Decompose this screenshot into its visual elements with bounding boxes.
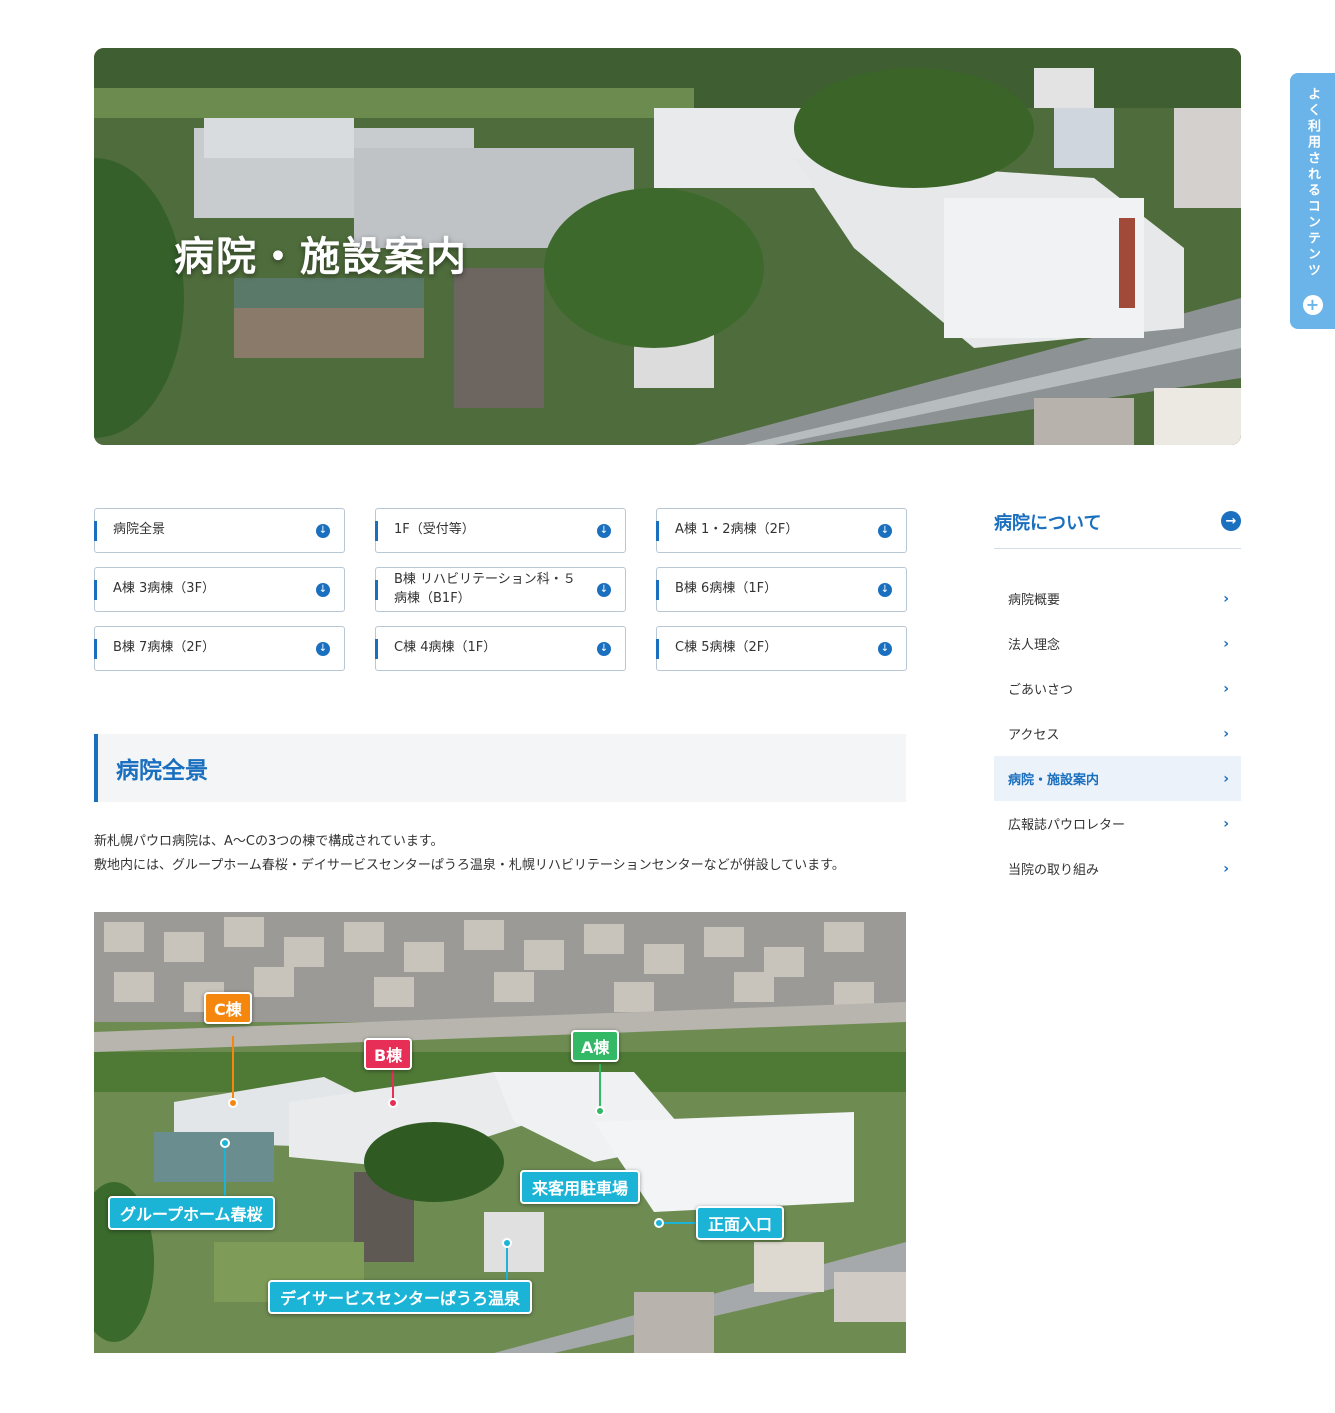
chevron-right-icon: ›: [1223, 635, 1229, 652]
anchor-link-label: 1F（受付等）: [394, 522, 475, 538]
sidebar-item-newsletter[interactable]: 広報誌パウロレター ›: [994, 801, 1241, 846]
arrow-down-circle-icon: ↓: [316, 641, 330, 656]
anchor-link-label: B棟 6病棟（1F）: [675, 581, 778, 597]
anchor-link-b-rehab-5[interactable]: B棟 リハビリテーション科・５病棟（B1F） ↓: [375, 567, 626, 612]
plus-icon: +: [1302, 295, 1323, 315]
entrance-pin-line: [660, 1222, 700, 1224]
description-line-1: 新札幌パウロ病院は、A〜Cの3つの棟で構成されています。: [94, 834, 444, 849]
section-heading: 病院全景: [94, 734, 906, 802]
anchor-link-label: A棟 1・2病棟（2F）: [675, 522, 799, 538]
arrow-down-circle-icon: ↓: [878, 641, 892, 656]
anchor-link-label: C棟 4病棟（1F）: [394, 640, 497, 656]
sidebar-menu: 病院概要 › 法人理念 › ごあいさつ › アクセス › 病院・施設案内 › 広…: [994, 576, 1241, 891]
arrow-down-circle-icon: ↓: [597, 523, 611, 538]
c-building-tag: C棟: [204, 992, 252, 1024]
sidebar-item-initiatives[interactable]: 当院の取り組み ›: [994, 846, 1241, 891]
b-building-tag: B棟: [364, 1038, 413, 1070]
a-building-pin-dot: [595, 1106, 605, 1116]
chevron-right-icon: ›: [1223, 725, 1229, 742]
anchor-link-a-3[interactable]: A棟 3病棟（3F） ↓: [94, 567, 345, 612]
chevron-right-icon: ›: [1223, 680, 1229, 697]
entrance-pin-dot: [654, 1218, 664, 1228]
day-service-pin-dot: [502, 1238, 512, 1248]
b-building-pin-line: [392, 1070, 394, 1100]
anchor-link-label: B棟 リハビリテーション科・５病棟（B1F）: [394, 572, 576, 606]
sidebar-item-label: 法人理念: [1008, 638, 1061, 653]
c-building-pin-line: [232, 1036, 234, 1100]
sidebar-item-philosophy[interactable]: 法人理念 ›: [994, 621, 1241, 666]
hero-banner: 病院・施設案内: [94, 48, 1241, 445]
chevron-right-icon: ›: [1223, 770, 1229, 787]
sidebar-nav: 病院について → 病院概要 › 法人理念 › ごあいさつ › アクセス › 病院…: [994, 505, 1241, 891]
sidebar-item-label: 広報誌パウロレター: [1008, 818, 1126, 833]
arrow-down-circle-icon: ↓: [316, 523, 330, 538]
group-home-tag: グループホーム春桜: [108, 1196, 275, 1230]
frequent-contents-tab[interactable]: よく利用されるコンテンツ +: [1290, 73, 1335, 329]
c-building-pin-dot: [228, 1098, 238, 1108]
sidebar-item-access[interactable]: アクセス ›: [994, 711, 1241, 756]
anchor-link-label: C棟 5病棟（2F）: [675, 640, 778, 656]
arrow-down-circle-icon: ↓: [878, 523, 892, 538]
anchor-link-c-5[interactable]: C棟 5病棟（2F） ↓: [656, 626, 907, 671]
sidebar-title-link[interactable]: 病院について →: [994, 505, 1241, 549]
frequent-contents-label: よく利用されるコンテンツ: [1305, 87, 1320, 279]
sidebar-item-label: アクセス: [1008, 728, 1060, 743]
chevron-right-icon: ›: [1223, 590, 1229, 607]
day-service-pin-line: [506, 1244, 508, 1280]
day-service-tag: デイサービスセンターぱうろ温泉: [268, 1280, 533, 1314]
arrow-down-circle-icon: ↓: [597, 641, 611, 656]
anchor-link-c-4[interactable]: C棟 4病棟（1F） ↓: [375, 626, 626, 671]
anchor-link-label: B棟 7病棟（2F）: [113, 640, 216, 656]
sidebar-item-overview[interactable]: 病院概要 ›: [994, 576, 1241, 621]
arrow-down-circle-icon: ↓: [316, 582, 330, 597]
anchor-link-label: 病院全景: [113, 522, 166, 538]
anchor-link-b-7[interactable]: B棟 7病棟（2F） ↓: [94, 626, 345, 671]
b-building-pin-dot: [388, 1098, 398, 1108]
parking-tag: 来客用駐車場: [520, 1170, 641, 1204]
anchor-link-b-6[interactable]: B棟 6病棟（1F） ↓: [656, 567, 907, 612]
a-building-pin-line: [599, 1064, 601, 1108]
description-line-2: 敷地内には、グループホーム春桜・デイサービスセンターぱうろ温泉・札幌リハビリテー…: [94, 858, 845, 873]
anchor-link-a-1-2[interactable]: A棟 1・2病棟（2F） ↓: [656, 508, 907, 553]
chevron-right-icon: ›: [1223, 815, 1229, 832]
hospital-aerial-map: C棟 B棟 A棟 来客用駐車場 正面入口 グループホーム春桜 デイサービスセンタ…: [94, 912, 906, 1353]
arrow-down-circle-icon: ↓: [597, 582, 611, 597]
arrow-right-circle-icon: →: [1221, 511, 1241, 531]
chevron-right-icon: ›: [1223, 860, 1229, 877]
entrance-tag: 正面入口: [696, 1206, 785, 1240]
page-title: 病院・施設案内: [174, 233, 468, 280]
anchor-link-1f[interactable]: 1F（受付等） ↓: [375, 508, 626, 553]
section-description: 新札幌パウロ病院は、A〜Cの3つの棟で構成されています。 敷地内には、グループホ…: [94, 830, 924, 878]
group-home-pin-line: [224, 1144, 226, 1198]
sidebar-item-label: ごあいさつ: [1008, 683, 1074, 698]
anchor-link-overview[interactable]: 病院全景 ↓: [94, 508, 345, 553]
sidebar-item-facility-guide[interactable]: 病院・施設案内 ›: [994, 756, 1241, 801]
anchor-link-grid: 病院全景 ↓ 1F（受付等） ↓ A棟 1・2病棟（2F） ↓ A棟 3病棟（3…: [94, 508, 907, 671]
arrow-down-circle-icon: ↓: [878, 582, 892, 597]
sidebar-item-label: 病院・施設案内: [1008, 773, 1100, 788]
group-home-pin-dot: [220, 1138, 230, 1148]
sidebar-item-greeting[interactable]: ごあいさつ ›: [994, 666, 1241, 711]
a-building-tag: A棟: [571, 1030, 620, 1062]
sidebar-title: 病院について: [994, 513, 1102, 534]
sidebar-item-label: 病院概要: [1008, 593, 1061, 608]
sidebar-item-label: 当院の取り組み: [1008, 863, 1100, 878]
anchor-link-label: A棟 3病棟（3F）: [113, 581, 216, 597]
